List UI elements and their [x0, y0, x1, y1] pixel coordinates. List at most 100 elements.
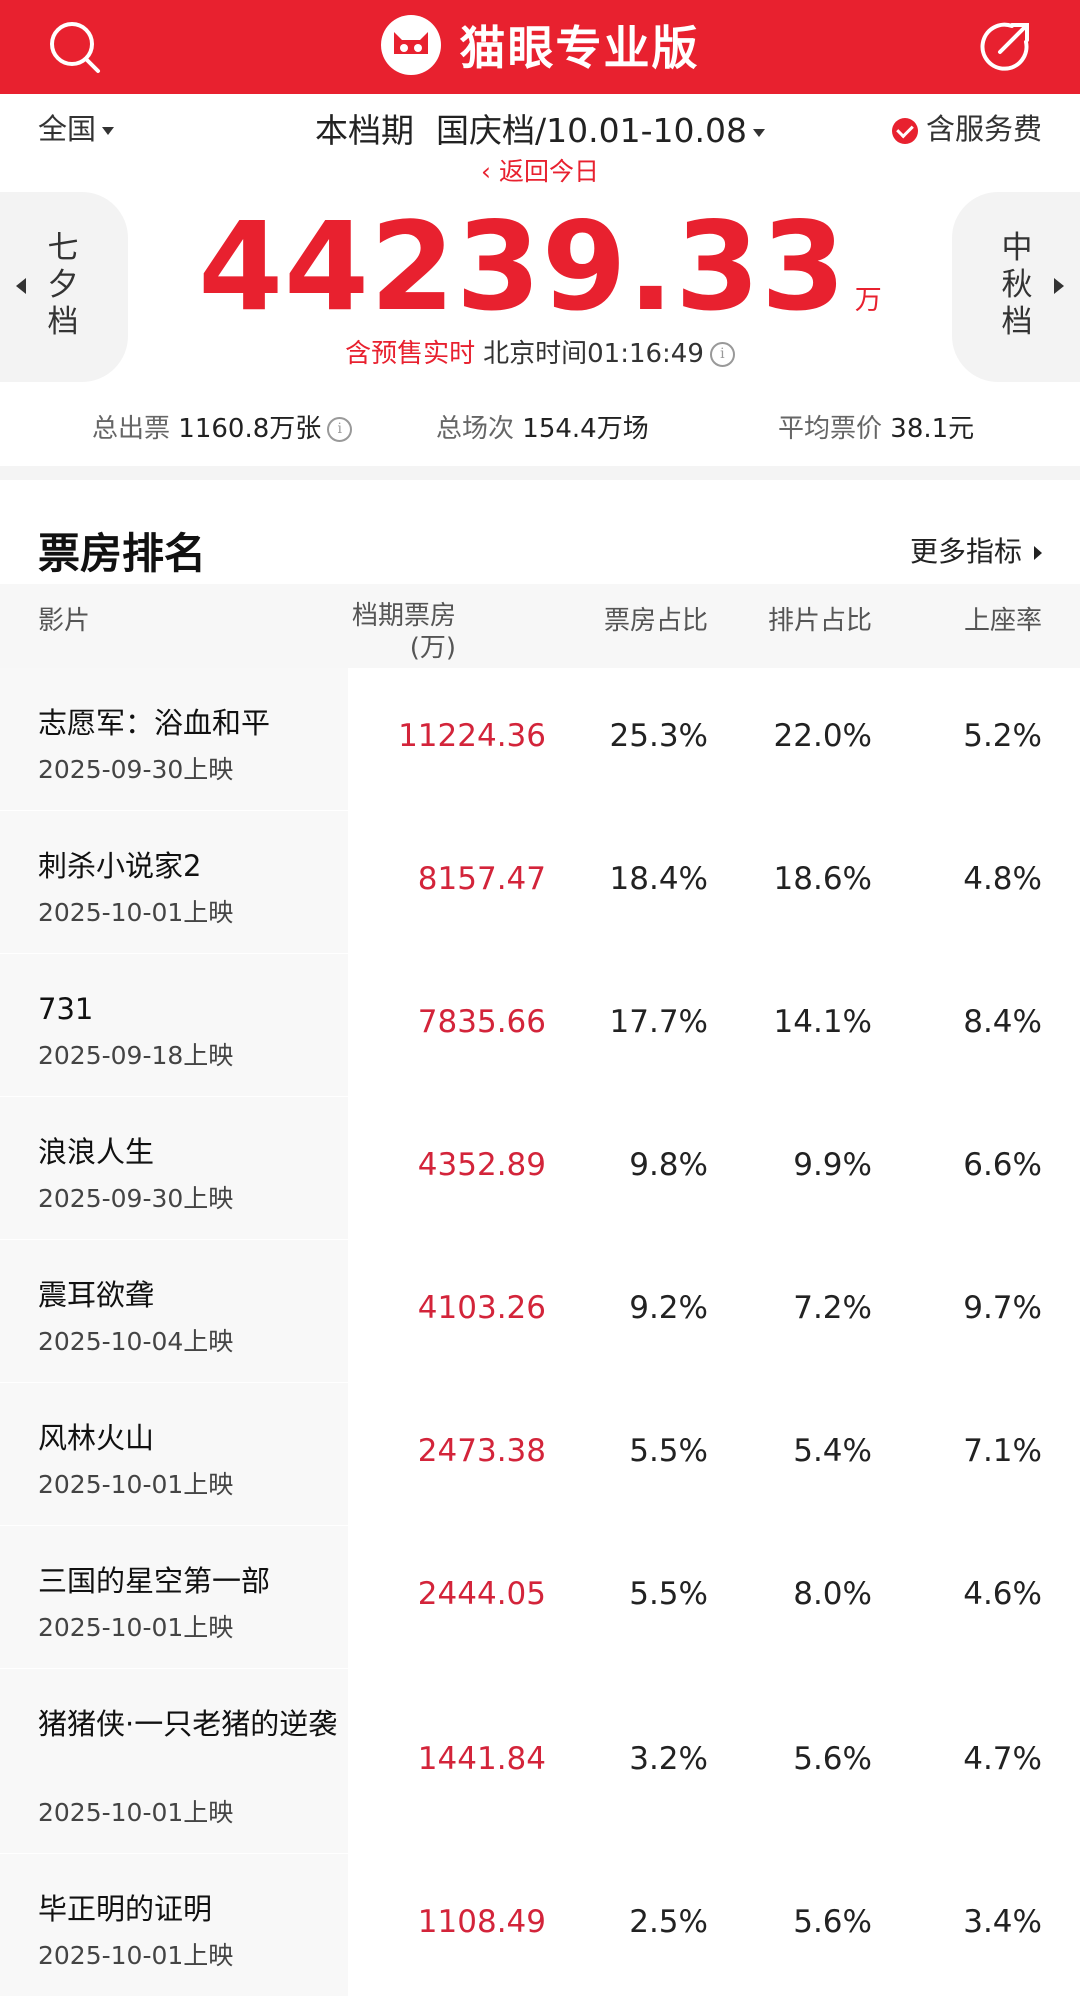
film-release-date: 2025-10-01上映 — [38, 898, 234, 927]
total-value: 44239.33 — [198, 196, 847, 338]
table-row[interactable]: 风林火山 2025-10-01上映 2473.38 5.5% 5.4% 7.1% — [0, 1383, 1080, 1526]
film-release-date: 2025-09-30上映 — [38, 1184, 234, 1213]
film-box-office: 4352.89 — [417, 1147, 546, 1183]
caret-down-icon — [752, 128, 765, 137]
film-box-office: 2444.05 — [417, 1576, 546, 1612]
film-title: 震耳欲聋 — [38, 1278, 155, 1312]
film-show-share: 7.2% — [793, 1290, 872, 1326]
brand: 猫眼专业版 — [0, 12, 1080, 82]
table-row[interactable]: 刺杀小说家2 2025-10-01上映 8157.47 18.4% 18.6% … — [0, 811, 1080, 954]
divider — [0, 466, 1080, 480]
table-row[interactable]: 震耳欲聋 2025-10-04上映 4103.26 9.2% 7.2% 9.7% — [0, 1240, 1080, 1383]
realtime-prefix: 含预售实时 — [345, 339, 476, 369]
film-occupancy: 4.8% — [963, 861, 1042, 897]
film-box-share: 17.7% — [609, 1004, 708, 1040]
film-box-office: 2473.38 — [417, 1433, 546, 1469]
col-occupancy[interactable]: 上座率 — [922, 600, 1042, 637]
col-box-share[interactable]: 票房占比 — [548, 600, 708, 637]
film-release-date: 2025-09-30上映 — [38, 755, 234, 784]
total-box-office: 44239.33 万 — [0, 196, 1080, 338]
fee-label: 含服务费 — [925, 112, 1042, 146]
table-row[interactable]: 志愿军：浴血和平 2025-09-30上映 11224.36 25.3% 22.… — [0, 668, 1080, 811]
film-release-date: 2025-10-04上映 — [38, 1327, 234, 1356]
check-circle-icon — [891, 118, 918, 144]
film-show-share: 18.6% — [773, 861, 872, 897]
film-show-share: 5.4% — [793, 1433, 872, 1469]
film-box-office: 11224.36 — [398, 718, 546, 754]
film-show-share: 14.1% — [773, 1004, 872, 1040]
table-row[interactable]: 731 2025-09-18上映 7835.66 17.7% 14.1% 8.4… — [0, 954, 1080, 1097]
period-value: 国庆档/10.01-10.08 — [436, 111, 747, 150]
stat-price-label: 平均票价 — [778, 414, 883, 444]
film-title: 毕正明的证明 — [38, 1892, 213, 1926]
col-box-office-unit: (万) — [409, 633, 456, 663]
ranking-table: 志愿军：浴血和平 2025-09-30上映 11224.36 25.3% 22.… — [0, 668, 1080, 1997]
film-title: 风林火山 — [38, 1421, 155, 1455]
caret-right-icon — [1034, 546, 1042, 560]
table-header: 影片 档期票房 (万) 票房占比 排片占比 上座率 — [0, 584, 1080, 668]
film-release-date: 2025-10-01上映 — [38, 1470, 234, 1499]
film-occupancy: 3.4% — [963, 1904, 1042, 1940]
film-box-share: 2.5% — [629, 1904, 708, 1940]
col-box-office-label: 档期票房 — [351, 601, 456, 631]
film-box-share: 3.2% — [629, 1741, 708, 1777]
film-title: 猪猪侠·一只老猪的逆袭 — [38, 1707, 338, 1741]
film-box-share: 9.2% — [629, 1290, 708, 1326]
realtime-note: 含预售实时 北京时间01:16:49 i — [0, 333, 1080, 370]
info-icon[interactable]: i — [327, 417, 353, 442]
film-occupancy: 8.4% — [963, 1004, 1042, 1040]
film-release-date: 2025-09-18上映 — [38, 1041, 234, 1070]
table-row[interactable]: 三国的星空第一部 2025-10-01上映 2444.05 5.5% 8.0% … — [0, 1526, 1080, 1669]
more-metrics-button[interactable]: 更多指标 — [910, 530, 1042, 570]
share-icon[interactable] — [974, 16, 1036, 78]
film-show-share: 5.6% — [793, 1741, 872, 1777]
realtime-time: 北京时间01:16:49 — [483, 339, 704, 369]
film-box-office: 7835.66 — [417, 1004, 546, 1040]
col-box-office[interactable]: 档期票房 (万) — [352, 600, 456, 664]
film-box-share: 5.5% — [629, 1433, 708, 1469]
film-show-share: 9.9% — [793, 1147, 872, 1183]
stat-price: 平均票价 38.1元 — [778, 408, 974, 445]
more-metrics-label: 更多指标 — [909, 535, 1022, 568]
col-show-share[interactable]: 排片占比 — [712, 600, 872, 637]
film-box-office: 1441.84 — [417, 1741, 546, 1777]
film-box-office: 8157.47 — [417, 861, 546, 897]
stat-shows-value: 154.4万场 — [522, 414, 649, 444]
app-header: 猫眼专业版 — [0, 0, 1080, 94]
col-film: 影片 — [38, 606, 91, 636]
period-label: 本档期 — [315, 111, 414, 150]
film-occupancy: 4.6% — [963, 1576, 1042, 1612]
film-box-share: 9.8% — [629, 1147, 708, 1183]
table-row[interactable]: 猪猪侠·一只老猪的逆袭 2025-10-01上映 1441.84 3.2% 5.… — [0, 1669, 1080, 1854]
film-box-office: 4103.26 — [417, 1290, 546, 1326]
film-occupancy: 5.2% — [963, 718, 1042, 754]
back-to-today-link[interactable]: ‹ 返回今日 — [0, 152, 1080, 188]
film-title: 三国的星空第一部 — [38, 1564, 271, 1598]
film-show-share: 8.0% — [793, 1576, 872, 1612]
stat-price-value: 38.1元 — [890, 414, 975, 444]
film-occupancy: 6.6% — [963, 1147, 1042, 1183]
film-title: 浪浪人生 — [38, 1135, 155, 1169]
table-row[interactable]: 浪浪人生 2025-09-30上映 4352.89 9.8% 9.9% 6.6% — [0, 1097, 1080, 1240]
film-box-share: 18.4% — [609, 861, 708, 897]
film-occupancy: 4.7% — [963, 1741, 1042, 1777]
stat-shows-label: 总场次 — [436, 414, 515, 444]
film-show-share: 22.0% — [773, 718, 872, 754]
film-title: 731 — [38, 992, 94, 1026]
app-name: 猫眼专业版 — [459, 21, 700, 75]
film-box-share: 5.5% — [629, 1576, 708, 1612]
table-row[interactable]: 毕正明的证明 2025-10-01上映 1108.49 2.5% 5.6% 3.… — [0, 1854, 1080, 1997]
stat-shows: 总场次 154.4万场 — [436, 408, 649, 445]
service-fee-toggle[interactable]: 含服务费 — [891, 106, 1042, 148]
film-release-date: 2025-10-01上映 — [38, 1941, 234, 1970]
film-box-office: 1108.49 — [417, 1904, 546, 1940]
info-icon[interactable]: i — [709, 342, 735, 367]
film-release-date: 2025-10-01上映 — [38, 1798, 234, 1827]
section-title: 票房排名 — [38, 529, 207, 578]
film-title: 刺杀小说家2 — [38, 849, 202, 883]
stat-tickets: 总出票 1160.8万张 i — [92, 408, 353, 445]
cat-logo-icon — [381, 15, 442, 75]
film-box-share: 25.3% — [609, 718, 708, 754]
film-title: 志愿军：浴血和平 — [38, 706, 271, 740]
film-occupancy: 7.1% — [963, 1433, 1042, 1469]
